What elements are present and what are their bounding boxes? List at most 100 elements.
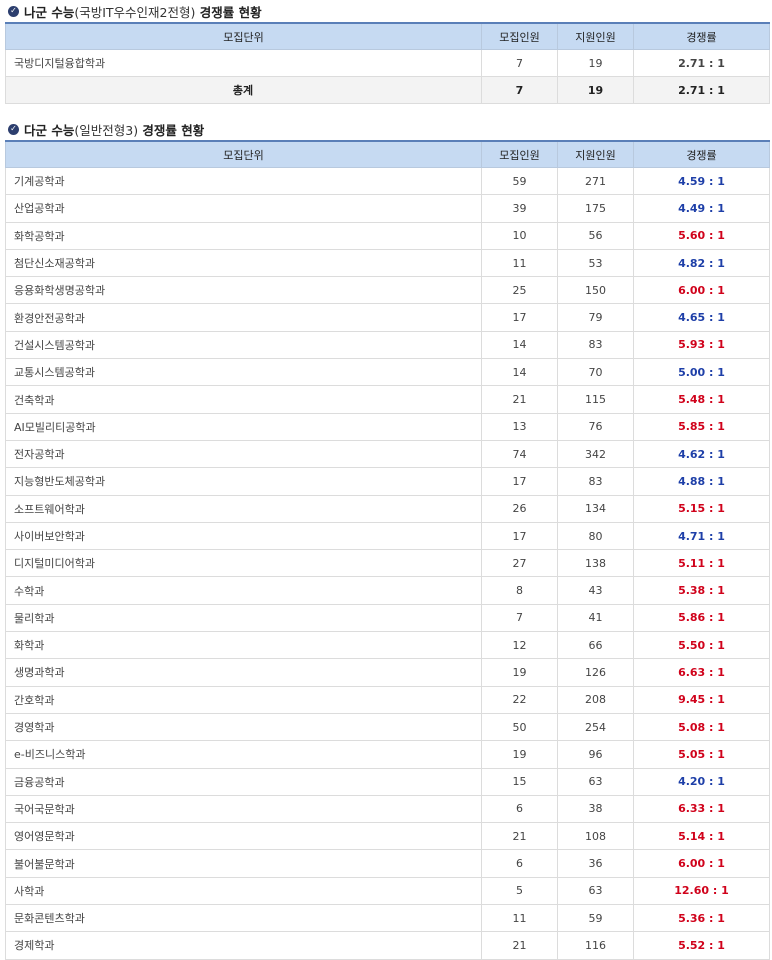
cell-quota: 27 — [481, 549, 558, 578]
cell-quota: 7 — [481, 603, 558, 633]
cell-applicants: 63 — [557, 876, 634, 906]
header-unit: 모집단위 — [5, 140, 482, 168]
cell-rate: 4.62 : 1 — [633, 439, 770, 469]
cell-quota: 14 — [481, 358, 558, 387]
cell-applicants: 59 — [557, 904, 634, 933]
cell-rate: 4.59 : 1 — [633, 166, 770, 196]
table-row: 간호학과 22 208 9.45 : 1 — [5, 685, 770, 714]
cell-applicants: 126 — [557, 658, 634, 687]
table-row: 소프트웨어학과 26 134 5.15 : 1 — [5, 494, 770, 523]
cell-quota: 10 — [481, 221, 558, 250]
cell-quota: 50 — [481, 712, 558, 742]
cell-unit-name: 디지털미디어학과 — [5, 549, 482, 578]
header-rate: 경쟁률 — [633, 22, 770, 50]
cell-unit-name: 불어불문학과 — [5, 849, 482, 878]
cell-quota: 19 — [481, 740, 558, 769]
cell-unit-name: 산업공학과 — [5, 194, 482, 223]
section1-title-tail: 경쟁률 현황 — [195, 4, 262, 20]
cell-quota: 11 — [481, 248, 558, 278]
section1-table: 모집단위 모집인원 지원인원 경쟁률 국방디지털융합학과 7 19 2.71 : 1총… — [5, 22, 770, 104]
cell-rate: 5.48 : 1 — [633, 385, 770, 414]
cell-rate: 6.00 : 1 — [633, 849, 770, 878]
cell-rate: 5.38 : 1 — [633, 576, 770, 605]
cell-rate: 4.65 : 1 — [633, 303, 770, 332]
cell-applicants: 138 — [557, 549, 634, 578]
check-circle-icon: ✓ — [8, 123, 19, 135]
cell-unit-name: 간호학과 — [5, 685, 482, 714]
cell-rate: 5.50 : 1 — [633, 631, 770, 660]
cell-unit-name: 수학과 — [5, 576, 482, 605]
table-row: 금융공학과 15 63 4.20 : 1 — [5, 767, 770, 796]
cell-applicants: 19 — [557, 49, 634, 77]
cell-applicants: 271 — [557, 166, 634, 196]
cell-quota: 17 — [481, 521, 558, 551]
cell-unit-name: 영어영문학과 — [5, 822, 482, 851]
cell-applicants: 96 — [557, 740, 634, 769]
cell-unit-name: 사학과 — [5, 876, 482, 906]
cell-rate: 2.71 : 1 — [633, 49, 770, 77]
table-row: 생명과학과 19 126 6.63 : 1 — [5, 658, 770, 687]
cell-rate: 4.20 : 1 — [633, 767, 770, 796]
cell-unit-name: 국어국문학과 — [5, 794, 482, 824]
cell-rate: 4.88 : 1 — [633, 467, 770, 496]
cell-quota: 13 — [481, 412, 558, 441]
cell-rate: 5.15 : 1 — [633, 494, 770, 523]
header-quota: 모집인원 — [481, 22, 558, 50]
table-row: 경영학과 50 254 5.08 : 1 — [5, 712, 770, 742]
cell-unit-name: AI모빌리티공학과 — [5, 412, 482, 441]
table-row: 화학과 12 66 5.50 : 1 — [5, 631, 770, 660]
cell-unit-name: 교통시스템공학과 — [5, 358, 482, 387]
cell-rate: 5.05 : 1 — [633, 740, 770, 769]
cell-quota: 22 — [481, 685, 558, 714]
cell-quota: 26 — [481, 494, 558, 523]
table-row: 국어국문학과 6 38 6.33 : 1 — [5, 794, 770, 824]
cell-rate: 4.49 : 1 — [633, 194, 770, 223]
total-name: 총계 — [5, 76, 482, 104]
section1-title-paren: (국방IT우수인재2전형) — [74, 4, 196, 20]
cell-quota: 6 — [481, 794, 558, 824]
cell-quota: 25 — [481, 276, 558, 305]
cell-unit-name: 첨단신소재공학과 — [5, 248, 482, 278]
cell-applicants: 115 — [557, 385, 634, 414]
cell-rate: 6.63 : 1 — [633, 658, 770, 687]
section2-title-paren: (일반전형3) — [74, 122, 139, 138]
table-row: 건설시스템공학과 14 83 5.93 : 1 — [5, 330, 770, 360]
cell-applicants: 208 — [557, 685, 634, 714]
cell-quota: 12 — [481, 631, 558, 660]
total-rate: 2.71 : 1 — [633, 76, 770, 104]
cell-rate: 5.60 : 1 — [633, 221, 770, 250]
table-row: 사이버보안학과 17 80 4.71 : 1 — [5, 521, 770, 551]
cell-quota: 14 — [481, 330, 558, 360]
cell-rate: 5.08 : 1 — [633, 712, 770, 742]
table-row: 사학과 5 63 12.60 : 1 — [5, 876, 770, 906]
section2-table: 모집단위 모집인원 지원인원 경쟁률 기계공학과 59 271 4.59 : 1 산업공… — [5, 140, 770, 960]
cell-applicants: 108 — [557, 822, 634, 851]
header-rate: 경쟁률 — [633, 140, 770, 168]
cell-quota: 7 — [481, 49, 558, 77]
cell-unit-name: 응용화학생명공학과 — [5, 276, 482, 305]
cell-applicants: 175 — [557, 194, 634, 223]
cell-unit-name: e-비즈니스학과 — [5, 740, 482, 769]
cell-quota: 6 — [481, 849, 558, 878]
cell-unit-name: 물리학과 — [5, 603, 482, 633]
cell-rate: 4.82 : 1 — [633, 248, 770, 278]
cell-quota: 15 — [481, 767, 558, 796]
table-row: 환경안전공학과 17 79 4.65 : 1 — [5, 303, 770, 332]
cell-applicants: 36 — [557, 849, 634, 878]
cell-unit-name: 문화콘텐츠학과 — [5, 904, 482, 933]
cell-quota: 8 — [481, 576, 558, 605]
section2-title: ✓ 다군 수능 (일반전형3) 경쟁률 현황 — [0, 118, 772, 140]
cell-unit-name: 지능형반도체공학과 — [5, 467, 482, 496]
cell-rate: 5.93 : 1 — [633, 330, 770, 360]
table-header-row: 모집단위 모집인원 지원인원 경쟁률 — [5, 22, 770, 50]
cell-unit-name: 경제학과 — [5, 931, 482, 960]
section1-title-main: 나군 수능 — [24, 4, 75, 20]
header-unit: 모집단위 — [5, 22, 482, 50]
table-row: 첨단신소재공학과 11 53 4.82 : 1 — [5, 248, 770, 278]
section1-table-body: 국방디지털융합학과 7 19 2.71 : 1 총계 7 19 2.71 : 1 — [5, 49, 770, 104]
cell-applicants: 116 — [557, 931, 634, 960]
header-quota: 모집인원 — [481, 140, 558, 168]
cell-rate: 9.45 : 1 — [633, 685, 770, 714]
cell-applicants: 83 — [557, 467, 634, 496]
cell-applicants: 56 — [557, 221, 634, 250]
